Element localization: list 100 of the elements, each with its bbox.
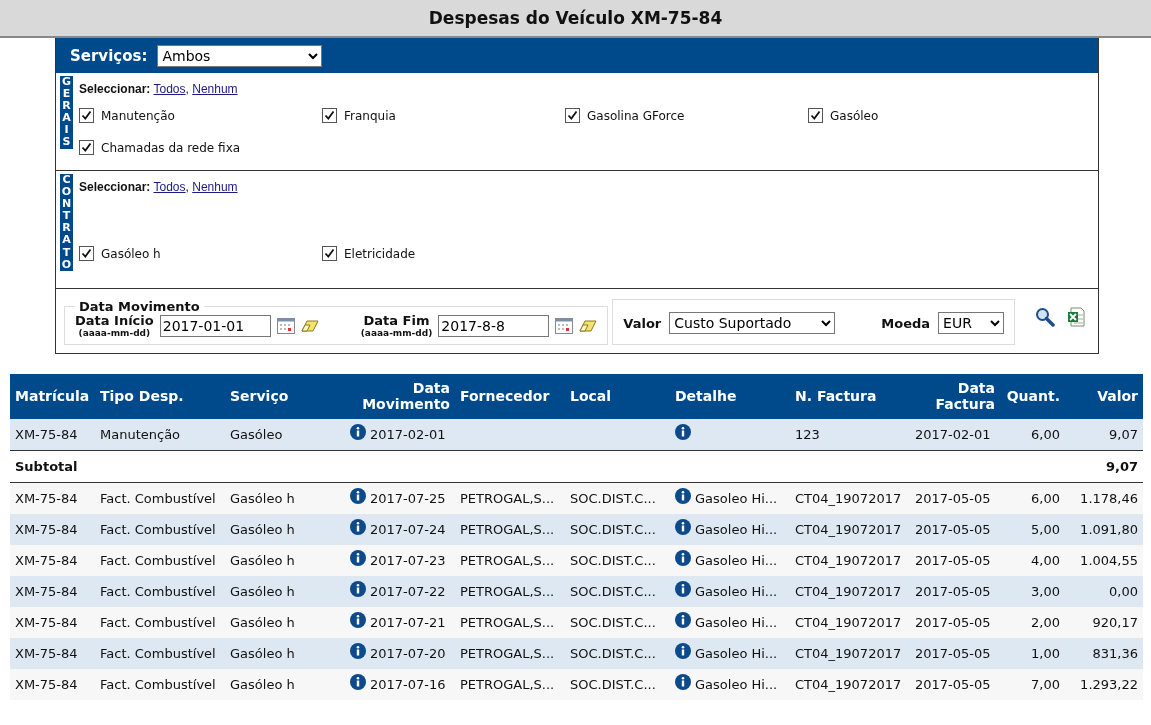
info-icon[interactable] [675,642,691,659]
select-link[interactable]: Nenhum [192,180,238,194]
table-cell: 2,00 [1000,607,1065,638]
select-label: Seleccionar: [79,180,151,194]
group-label: GERAIS [60,76,73,149]
column-header: Data Factura [910,374,1000,419]
table-cell: CT04_19072017 [790,576,910,607]
info-icon[interactable] [350,423,366,440]
checkbox[interactable] [79,140,94,155]
info-icon[interactable] [350,580,366,597]
info-icon[interactable] [675,549,691,566]
info-icon[interactable] [350,673,366,690]
checkbox-label: Manutenção [101,108,175,123]
table-cell: 2017-07-22 [370,584,446,599]
checkbox[interactable] [808,108,823,123]
table-cell: Fact. Combustível [95,576,225,607]
table-cell: 2017-07-20 [370,646,446,661]
info-icon[interactable] [675,518,691,535]
table-cell: 0,00 [1065,576,1143,607]
table-cell: PETROGAL,S... [455,669,565,700]
table-cell: CT04_19072017 [790,607,910,638]
info-icon[interactable] [350,487,366,504]
checkbox-label: Chamadas da rede fixa [101,140,241,155]
table-cell: XM-75-84 [10,607,95,638]
checkbox-label: Franquia [344,108,396,123]
info-icon[interactable] [675,580,691,597]
table-cell: CT04_19072017 [790,669,910,700]
info-icon[interactable] [675,423,691,440]
checkbox[interactable] [322,246,337,261]
checkbox-label: Gasóleo h [101,246,161,261]
select-link[interactable]: Todos [153,180,186,194]
checkbox-label: Gasolina GForce [587,108,685,123]
table-cell: Gasoleo Hi... [695,491,778,506]
table-cell: 2017-02-01 [910,419,1000,451]
info-icon[interactable] [350,549,366,566]
column-header: Matrícula [10,374,95,419]
table-cell: CT04_19072017 [790,514,910,545]
table-cell: Gasoleo Hi... [695,522,778,537]
table-cell: PETROGAL,S... [455,638,565,669]
table-cell: 2017-05-05 [910,669,1000,700]
table-cell: Gasóleo h [225,669,345,700]
select-link[interactable]: Nenhum [192,82,238,96]
info-icon[interactable] [350,611,366,628]
info-icon[interactable] [675,487,691,504]
column-header: Tipo Desp. [95,374,225,419]
table-cell: 9,07 [1065,419,1143,451]
eraser-icon[interactable] [579,320,598,332]
table-cell: Fact. Combustível [95,545,225,576]
spreadsheet-icon[interactable] [1067,307,1086,327]
table-cell: 2017-05-05 [910,576,1000,607]
checkbox[interactable] [79,108,94,123]
table-cell: PETROGAL,S... [455,545,565,576]
table-cell: 1.178,46 [1065,482,1143,514]
format-hint: (aaaa-mm-dd) [360,329,433,338]
date-input[interactable]: 2017-01-01 [159,315,271,337]
date-input[interactable]: 2017-8-8 [438,315,550,337]
table-cell: PETROGAL,S... [455,607,565,638]
info-icon[interactable] [350,518,366,535]
table-cell: PETROGAL,S... [455,576,565,607]
eraser-icon[interactable] [300,320,319,332]
calendar-icon[interactable] [555,318,574,334]
table-cell: Gasóleo h [225,607,345,638]
info-icon[interactable] [675,611,691,628]
info-icon[interactable] [350,642,366,659]
field-label: Data Início [75,314,154,327]
calendar-icon[interactable] [276,318,295,334]
info-icon[interactable] [675,673,691,690]
checkbox[interactable] [565,108,580,123]
table-cell: CT04_19072017 [790,545,910,576]
currency-dropdown[interactable]: EUR [938,312,1005,334]
select-link[interactable]: Todos [153,82,186,96]
table-cell: Fact. Combustível [95,607,225,638]
subtotal-label: Subtotal [10,450,1065,483]
search-icon[interactable] [1035,307,1056,327]
table-cell: PETROGAL,S... [455,482,565,514]
table-cell: XM-75-84 [10,419,95,451]
table-cell: SOC.DIST.C... [565,607,670,638]
checkbox[interactable] [79,246,94,261]
services-dropdown[interactable]: Ambos [157,44,323,67]
table-cell: CT04_19072017 [790,638,910,669]
field-label: Data Fim [362,314,431,327]
fieldset-legend: Data Movimento [75,299,204,314]
table-cell: Gasóleo [225,419,345,451]
table-cell: SOC.DIST.C... [565,545,670,576]
table-cell: 2017-05-05 [910,482,1000,514]
value-dropdown[interactable]: Custo Suportado [669,312,836,334]
table-cell: Gasóleo h [225,638,345,669]
table-cell: 6,00 [1000,419,1065,451]
table-cell: SOC.DIST.C... [565,514,670,545]
table-cell: CT04_19072017 [790,482,910,514]
page-title: Despesas do Veículo XM-75-84 [0,0,1151,38]
checkbox[interactable] [322,108,337,123]
table-cell: XM-75-84 [10,514,95,545]
table-cell: 831,36 [1065,638,1143,669]
select-label: Seleccionar: [79,82,151,96]
separator: , [185,180,189,194]
column-header: N. Factura [790,374,910,419]
group-label: CONTRATO [60,174,73,271]
table-cell: Gasóleo h [225,576,345,607]
table-cell: Fact. Combustível [95,638,225,669]
